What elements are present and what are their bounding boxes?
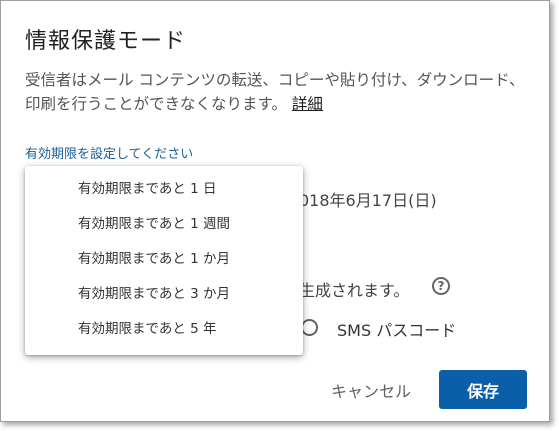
expiration-dropdown-toggle[interactable]: 有効期限を設定してください bbox=[25, 143, 193, 162]
sms-passcode-radio[interactable] bbox=[301, 319, 318, 336]
menu-item-1-day[interactable]: 有効期限まであと 1 日 bbox=[25, 172, 303, 207]
help-icon[interactable]: ? bbox=[432, 277, 450, 295]
menu-item-3-months[interactable]: 有効期限まであと 3 か月 bbox=[25, 277, 303, 312]
expiration-dropdown-menu: 有効期限まであと 1 日 有効期限まであと 1 週間 有効期限まであと 1 か月… bbox=[25, 166, 303, 355]
dialog-description: 受信者はメール コンテンツの転送、コピーや貼り付け、ダウンロード、印刷を行うこと… bbox=[25, 68, 525, 116]
menu-item-5-years[interactable]: 有効期限まであと 5 年 bbox=[25, 312, 303, 347]
cancel-button[interactable]: キャンセル bbox=[319, 370, 423, 409]
learn-more-link[interactable]: 詳細 bbox=[292, 95, 323, 113]
expiration-date-text: 018年6月17日(日) bbox=[299, 191, 437, 210]
confidential-mode-dialog: 情報保護モード 受信者はメール コンテンツの転送、コピーや貼り付け、ダウンロード… bbox=[0, 0, 550, 422]
menu-item-1-week[interactable]: 有効期限まであと 1 週間 bbox=[25, 207, 303, 242]
menu-item-1-month[interactable]: 有効期限まであと 1 か月 bbox=[25, 242, 303, 277]
dialog-title: 情報保護モード bbox=[25, 29, 187, 54]
passcode-generated-text: 生成されます。 bbox=[299, 281, 410, 300]
description-text: 受信者はメール コンテンツの転送、コピーや貼り付け、ダウンロード、印刷を行うこと… bbox=[25, 71, 525, 113]
save-button[interactable]: 保存 bbox=[439, 370, 527, 409]
sms-passcode-label[interactable]: SMS パスコード bbox=[337, 317, 456, 341]
